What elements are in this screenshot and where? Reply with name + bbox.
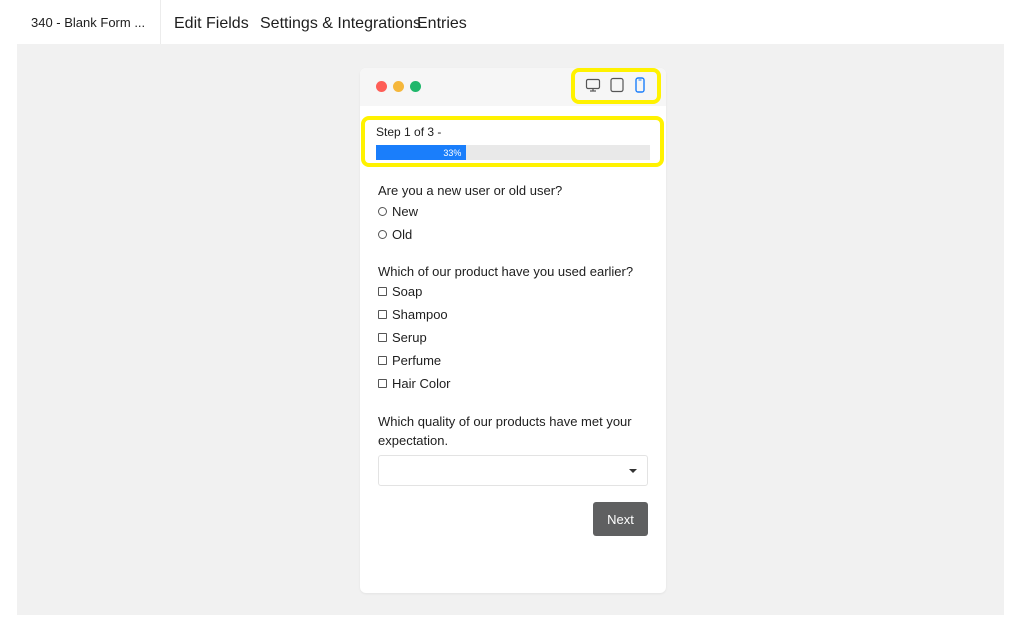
- radio-button[interactable]: [378, 230, 387, 239]
- top-navigation: 340 - Blank Form ...: [0, 0, 1024, 44]
- option-label: Hair Color: [392, 376, 451, 391]
- tab-edit-fields[interactable]: Edit Fields: [174, 15, 249, 33]
- option-label: New: [392, 204, 419, 219]
- checkbox-option-serup[interactable]: Serup: [378, 330, 427, 345]
- radio-button[interactable]: [378, 207, 387, 216]
- maximize-dot: [410, 81, 421, 92]
- next-button[interactable]: Next: [593, 502, 648, 536]
- checkbox-option-hair-color[interactable]: Hair Color: [378, 376, 451, 391]
- option-label: Old: [392, 227, 413, 242]
- question-quality-expectation: Which quality of our products have met y…: [378, 414, 632, 448]
- device-switcher-highlight: [571, 68, 661, 104]
- form-title[interactable]: 340 - Blank Form ...: [0, 0, 161, 44]
- tab-entries[interactable]: Entries: [417, 15, 467, 33]
- progress-bar-fill: 33%: [376, 145, 467, 160]
- quality-select[interactable]: [378, 455, 648, 486]
- progress-bar: 33%: [376, 145, 650, 160]
- question-products-used: Which of our product have you used earli…: [378, 264, 634, 279]
- tab-settings-integrations[interactable]: Settings & Integrations: [260, 15, 421, 33]
- option-label: Soap: [392, 284, 423, 299]
- checkbox[interactable]: [378, 379, 387, 388]
- checkbox-option-perfume[interactable]: Perfume: [378, 353, 441, 368]
- checkbox-option-shampoo[interactable]: Shampoo: [378, 307, 448, 322]
- radio-option-old[interactable]: Old: [378, 227, 412, 242]
- option-label: Shampoo: [392, 307, 448, 322]
- step-indicator: Step 1 of 3 -: [376, 125, 442, 139]
- close-dot: [376, 81, 387, 92]
- radio-option-new[interactable]: New: [378, 204, 418, 219]
- question-user-type: Are you a new user or old user?: [378, 183, 563, 198]
- minimize-dot: [393, 81, 404, 92]
- checkbox[interactable]: [378, 333, 387, 342]
- checkbox-option-soap[interactable]: Soap: [378, 284, 422, 299]
- option-label: Serup: [392, 330, 427, 345]
- checkbox[interactable]: [378, 310, 387, 319]
- progress-percent: 33%: [443, 147, 462, 158]
- option-label: Perfume: [392, 353, 442, 368]
- caret-down-icon: [629, 469, 637, 473]
- checkbox[interactable]: [378, 356, 387, 365]
- checkbox[interactable]: [378, 287, 387, 296]
